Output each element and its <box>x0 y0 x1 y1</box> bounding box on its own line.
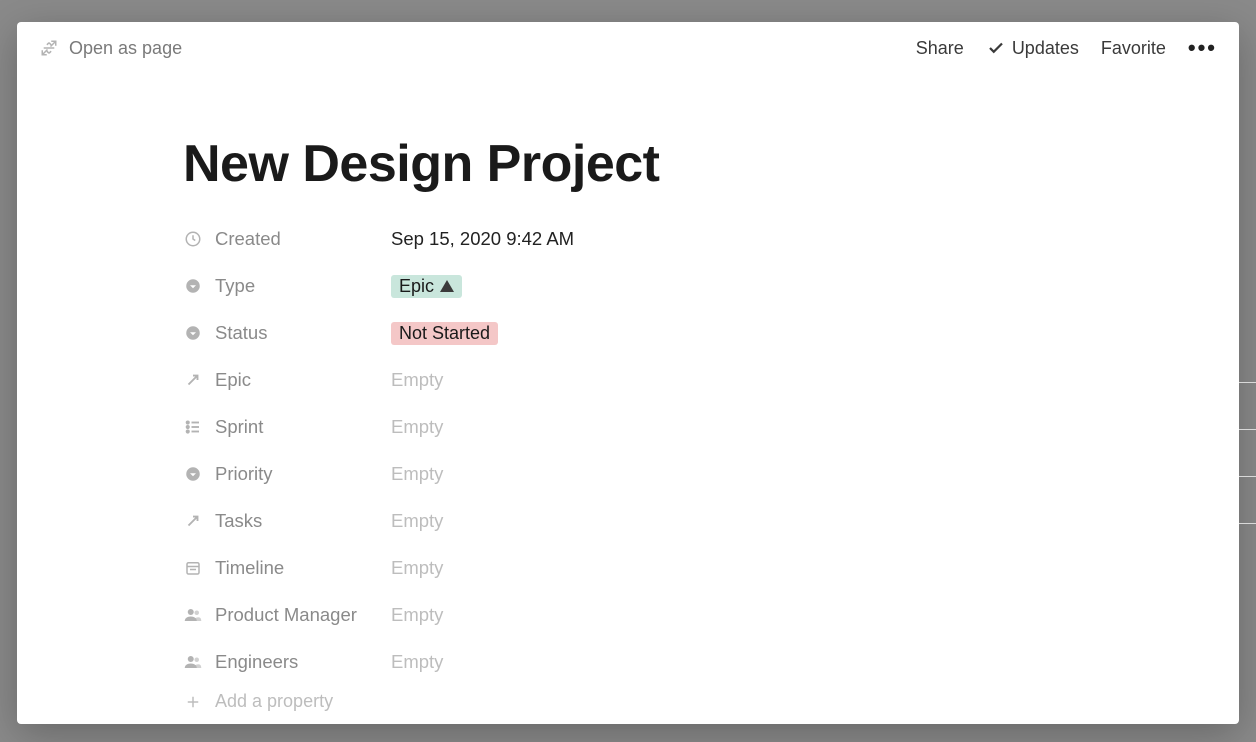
person-icon <box>183 605 203 625</box>
property-row-engineers: Engineers Empty <box>183 647 1239 677</box>
property-label-text: Status <box>215 322 267 344</box>
property-value-engineers[interactable]: Empty <box>391 651 443 673</box>
property-label-text: Engineers <box>215 651 298 673</box>
share-label: Share <box>916 38 964 59</box>
select-icon <box>183 323 203 343</box>
dots-icon: ••• <box>1188 35 1217 60</box>
property-row-timeline: Timeline Empty <box>183 553 1239 583</box>
background-rows-hint <box>1239 382 1256 622</box>
share-button[interactable]: Share <box>916 38 964 59</box>
select-icon <box>183 276 203 296</box>
property-label-timeline[interactable]: Timeline <box>183 557 391 579</box>
open-as-page-button[interactable]: Open as page <box>39 38 182 59</box>
expand-icon <box>39 38 59 58</box>
property-row-created: Created Sep 15, 2020 9:42 AM <box>183 224 1239 254</box>
tag-text: Epic <box>399 276 434 297</box>
property-label-status[interactable]: Status <box>183 322 391 344</box>
property-value-sprint[interactable]: Empty <box>391 416 443 438</box>
favorite-button[interactable]: Favorite <box>1101 38 1166 59</box>
page-title[interactable]: New Design Project <box>183 134 1239 194</box>
property-label-text: Sprint <box>215 416 263 438</box>
relation-icon <box>183 511 203 531</box>
property-value-product-manager[interactable]: Empty <box>391 604 443 626</box>
property-label-epic[interactable]: Epic <box>183 369 391 391</box>
property-row-type: Type Epic <box>183 271 1239 301</box>
calendar-icon <box>183 558 203 578</box>
property-value-timeline[interactable]: Empty <box>391 557 443 579</box>
open-as-page-label: Open as page <box>69 38 182 59</box>
list-icon <box>183 417 203 437</box>
add-property-label: Add a property <box>215 691 333 712</box>
mountain-icon <box>440 280 454 292</box>
updates-button[interactable]: Updates <box>986 38 1079 59</box>
property-label-text: Created <box>215 228 281 250</box>
page-content: New Design Project Created Sep 15, 2020 … <box>17 74 1239 724</box>
property-label-tasks[interactable]: Tasks <box>183 510 391 532</box>
property-value-tasks[interactable]: Empty <box>391 510 443 532</box>
property-label-created[interactable]: Created <box>183 228 391 250</box>
plus-icon <box>183 692 203 712</box>
clock-icon <box>183 229 203 249</box>
type-tag: Epic <box>391 275 462 298</box>
content-scroll-area[interactable]: New Design Project Created Sep 15, 2020 … <box>17 74 1239 724</box>
property-row-product-manager: Product Manager Empty <box>183 600 1239 630</box>
relation-icon <box>183 370 203 390</box>
more-menu-button[interactable]: ••• <box>1188 35 1217 61</box>
property-label-priority[interactable]: Priority <box>183 463 391 485</box>
tag-text: Not Started <box>399 323 490 344</box>
status-tag: Not Started <box>391 322 498 345</box>
property-row-epic: Epic Empty <box>183 365 1239 395</box>
property-label-sprint[interactable]: Sprint <box>183 416 391 438</box>
property-value-created[interactable]: Sep 15, 2020 9:42 AM <box>391 228 574 250</box>
properties-list: Created Sep 15, 2020 9:42 AM Type Epic <box>183 224 1239 677</box>
add-property-button[interactable]: Add a property <box>183 691 1239 712</box>
property-label-text: Epic <box>215 369 251 391</box>
property-row-status: Status Not Started <box>183 318 1239 348</box>
property-label-text: Product Manager <box>215 604 357 626</box>
property-label-text: Priority <box>215 463 273 485</box>
property-label-type[interactable]: Type <box>183 275 391 297</box>
favorite-label: Favorite <box>1101 38 1166 59</box>
property-value-priority[interactable]: Empty <box>391 463 443 485</box>
property-value-status[interactable]: Not Started <box>391 322 498 345</box>
updates-label: Updates <box>1012 38 1079 59</box>
property-label-product-manager[interactable]: Product Manager <box>183 604 391 626</box>
property-row-priority: Priority Empty <box>183 459 1239 489</box>
select-icon <box>183 464 203 484</box>
checkmark-icon <box>986 38 1006 58</box>
property-label-text: Type <box>215 275 255 297</box>
modal-topbar: Open as page Share Updates Favorite ••• <box>17 22 1239 74</box>
property-value-epic[interactable]: Empty <box>391 369 443 391</box>
property-row-tasks: Tasks Empty <box>183 506 1239 536</box>
person-icon <box>183 652 203 672</box>
property-row-sprint: Sprint Empty <box>183 412 1239 442</box>
page-modal: Open as page Share Updates Favorite ••• … <box>17 22 1239 724</box>
topbar-actions: Share Updates Favorite ••• <box>916 35 1217 61</box>
property-label-text: Tasks <box>215 510 262 532</box>
property-value-type[interactable]: Epic <box>391 275 462 298</box>
property-label-text: Timeline <box>215 557 284 579</box>
property-label-engineers[interactable]: Engineers <box>183 651 391 673</box>
